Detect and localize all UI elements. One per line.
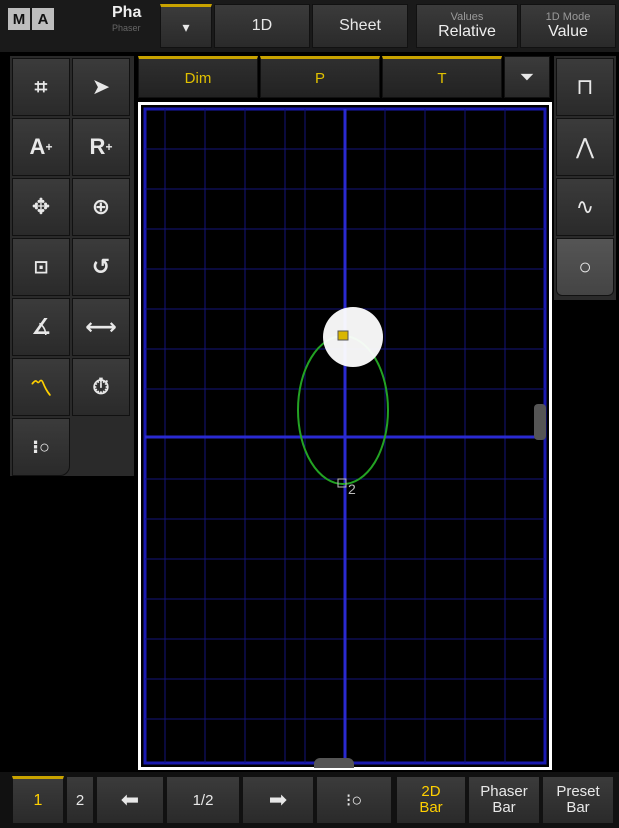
phaser-icon: ⁝○ [345, 789, 363, 810]
values-value: Relative [438, 23, 496, 40]
move-icon: ✥ [31, 194, 51, 219]
values-label: Values [450, 11, 484, 23]
values-mode-button[interactable]: Values Relative [416, 4, 518, 48]
page-2-button[interactable]: 2 [66, 776, 94, 824]
select-button[interactable]: ➤ [72, 58, 130, 116]
tab-tilt[interactable]: T [382, 56, 502, 98]
circle-icon: ○ [578, 254, 592, 279]
fit-button[interactable]: ⊡ [12, 238, 70, 296]
step-point-label: 2 [348, 481, 356, 497]
1d-mode-label: 1D Mode [545, 11, 591, 23]
absolute-button[interactable]: A + [12, 118, 70, 176]
phaser-subtitle: Phaser [112, 23, 141, 33]
filter-icon: ⏷ [519, 66, 535, 87]
phaser-tool-button[interactable]: ⁝○ [12, 418, 70, 476]
page-indicator[interactable]: 1/2 [166, 776, 240, 824]
phaser-title: Pha [112, 4, 142, 21]
logo-m: M [8, 8, 30, 30]
sine-icon: ∿ [575, 194, 595, 219]
phaser-icon: ⁝○ [32, 436, 50, 457]
timer-icon: ⏱ [92, 374, 110, 399]
fit-icon: ⊡ [33, 256, 49, 277]
sine-button[interactable]: ∿ [556, 178, 614, 236]
absolute-label: A [29, 134, 46, 159]
step-point-1 [337, 330, 349, 341]
touch-highlight [323, 307, 383, 367]
rotate-button[interactable]: ↺ [72, 238, 130, 296]
phaser-dropdown-button[interactable]: ▾ [160, 4, 212, 48]
phaser-bar-line2: Bar [492, 799, 516, 816]
side-scroll-handle[interactable] [534, 404, 546, 440]
tab-pan[interactable]: P [260, 56, 380, 98]
next-page-button[interactable]: ➡ [242, 776, 314, 824]
absolute-plus-icon: + [45, 140, 53, 154]
2d-bar-line1: 2D [421, 783, 441, 800]
angle-button[interactable]: ∡ [12, 298, 70, 356]
phaser-bar-line1: Phaser [480, 783, 528, 800]
page-1-button[interactable]: 1 [12, 776, 64, 824]
cursor-arrow-icon: ➤ [91, 74, 111, 99]
preset-bar-line1: Preset [556, 783, 600, 800]
ma-logo: M A [8, 8, 56, 32]
2d-bar-button[interactable]: 2D Bar [396, 776, 466, 824]
wave-button[interactable]: 〽 [12, 358, 70, 416]
relative-plus-icon: + [105, 140, 113, 154]
timer-button[interactable]: ⏱ [72, 358, 130, 416]
filter-button[interactable]: ⏷ [504, 56, 550, 98]
zigzag-button[interactable]: ⋀ [556, 118, 614, 176]
triangle-down-icon: ▾ [182, 18, 190, 35]
1d-button[interactable]: 1D [214, 4, 310, 48]
phaser-canvas[interactable]: 2 [141, 105, 549, 767]
square-wave-icon: ⊓ [576, 74, 594, 99]
phaser-bottom-button[interactable]: ⁝○ [316, 776, 392, 824]
arrow-left-icon: ⬅ [120, 787, 140, 812]
prev-page-button[interactable]: ⬅ [96, 776, 164, 824]
phaser-title-block[interactable]: Pha Phaser [112, 4, 162, 50]
bottom-scroll-handle[interactable] [314, 758, 354, 768]
logo-a: A [32, 8, 54, 30]
width-button[interactable]: ⟷ [72, 298, 130, 356]
2d-bar-line2: Bar [419, 799, 443, 816]
relative-button[interactable]: R + [72, 118, 130, 176]
circle-button[interactable]: ○ [556, 238, 614, 296]
rotate-icon: ↺ [91, 254, 111, 279]
square-wave-button[interactable]: ⊓ [556, 58, 614, 116]
relative-label: R [89, 134, 106, 159]
target-icon: ⊕ [91, 194, 111, 219]
width-icon: ⟷ [85, 314, 117, 339]
1d-mode-value: Value [548, 23, 588, 40]
wave-icon: 〽 [29, 376, 52, 401]
target-button[interactable]: ⊕ [72, 178, 130, 236]
tab-dim[interactable]: Dim [138, 56, 258, 98]
angle-icon: ∡ [31, 314, 51, 339]
add-grid-icon: ⌗ [34, 74, 48, 99]
preset-bar-line2: Bar [566, 799, 590, 816]
preset-bar-button[interactable]: Preset Bar [542, 776, 614, 824]
1d-mode-button[interactable]: 1D Mode Value [520, 4, 616, 48]
sheet-button[interactable]: Sheet [312, 4, 408, 48]
phaser-bar-button[interactable]: Phaser Bar [468, 776, 540, 824]
move-button[interactable]: ✥ [12, 178, 70, 236]
add-grid-button[interactable]: ⌗ [12, 58, 70, 116]
zigzag-icon: ⋀ [575, 134, 595, 159]
arrow-right-icon: ➡ [268, 787, 288, 812]
